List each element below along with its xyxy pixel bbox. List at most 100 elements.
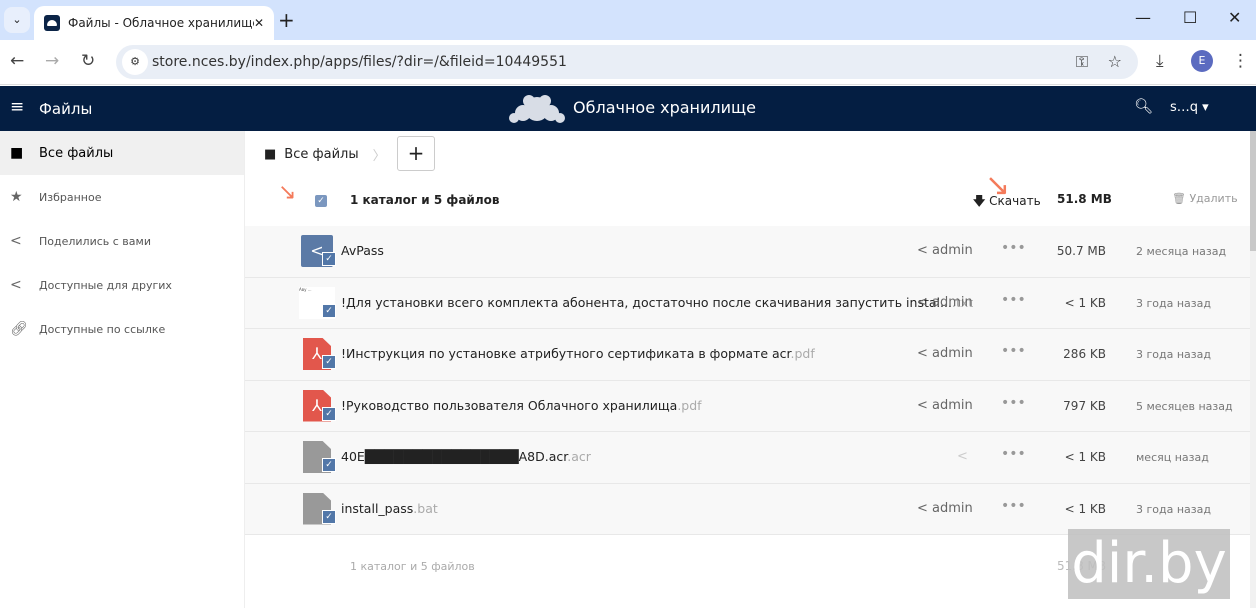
file-row[interactable]: ✓ 40E████████████████A8D.acr.acr < ••• <…: [245, 432, 1250, 484]
share-button[interactable]: < admin: [917, 501, 973, 516]
browser-menu-icon[interactable]: ⋮: [1232, 51, 1249, 71]
download-icon[interactable]: ⤓: [1156, 51, 1164, 71]
sidebar-label: Доступные по ссылке: [39, 322, 166, 336]
more-actions-icon[interactable]: •••: [1001, 395, 1026, 411]
scrollbar-thumb[interactable]: [1250, 131, 1256, 251]
download-button[interactable]: 🡇 Скачать: [973, 192, 1041, 213]
bookmark-star-icon[interactable]: ☆: [1108, 52, 1122, 71]
maximize-button[interactable]: ☐: [1183, 8, 1197, 27]
shared-by: admin: [932, 346, 973, 361]
file-basename: !Руководство пользователя Облачного хран…: [341, 397, 678, 413]
star-icon: ★: [10, 189, 23, 205]
back-icon[interactable]: ←: [10, 51, 24, 71]
sidebar-label: Доступные для других: [39, 278, 172, 292]
sidebar-label: Избранное: [39, 190, 102, 204]
share-button[interactable]: < admin: [917, 243, 973, 258]
share-icon: <: [10, 233, 22, 249]
hamburger-icon[interactable]: ≡: [10, 97, 24, 117]
file-row[interactable]: < ✓ AvPass < admin ••• 50.7 MB 2 месяца н…: [245, 226, 1250, 278]
file-row[interactable]: Аву ... ✓ !Для установки всего комплекта …: [245, 277, 1250, 329]
close-tab-icon[interactable]: ✕: [254, 16, 264, 30]
sidebar-item-favorites[interactable]: ★ Избранное: [0, 175, 244, 219]
more-actions-icon[interactable]: •••: [1001, 446, 1026, 462]
site-settings-icon[interactable]: ⚙: [122, 49, 148, 75]
share-icon: <: [917, 397, 928, 413]
url-input[interactable]: ⚙ store.nces.by/index.php/apps/files/?di…: [116, 45, 1138, 79]
breadcrumb-separator-icon: 〉: [372, 149, 386, 164]
file-basename: !Инструкция по установке атрибутного сер…: [341, 346, 791, 361]
selection-size: 51.8 MB: [1057, 192, 1112, 206]
file-date: 3 года назад: [1136, 348, 1211, 361]
file-basename: 40E████████████████A8D.acr: [341, 449, 568, 464]
row-checkbox[interactable]: ✓: [322, 252, 336, 266]
sidebar-label: Поделились с вами: [39, 234, 151, 248]
breadcrumb-home[interactable]: Все файлы: [284, 147, 358, 162]
shared-by: admin: [932, 500, 973, 516]
more-actions-icon[interactable]: •••: [1001, 292, 1026, 308]
minimize-button[interactable]: —: [1135, 8, 1151, 27]
file-row[interactable]: ✓ install_pass.bat < admin ••• < 1 KB 3 …: [245, 483, 1250, 535]
more-actions-icon[interactable]: •••: [1001, 240, 1026, 256]
file-name[interactable]: !Для установки всего комплекта абонента,…: [341, 295, 973, 310]
key-icon[interactable]: ⚿: [1076, 52, 1088, 72]
annotation-arrow-icon: ↘: [278, 180, 297, 205]
file-size: < 1 KB: [1064, 450, 1106, 464]
new-tab-button[interactable]: +: [278, 8, 295, 32]
sidebar-item-shared-with-others[interactable]: < Доступные для других: [0, 263, 244, 307]
share-button[interactable]: < admin: [917, 346, 973, 361]
tab-search-button[interactable]: ⌄: [4, 7, 30, 33]
file-name[interactable]: install_pass.bat: [341, 501, 438, 516]
row-checkbox[interactable]: ✓: [322, 406, 336, 421]
sidebar-item-shared-by-link[interactable]: 🔗︎ Доступные по ссылке: [0, 307, 244, 351]
scrollbar[interactable]: [1250, 131, 1256, 608]
profile-avatar[interactable]: E: [1191, 50, 1213, 72]
forward-icon[interactable]: →: [45, 51, 59, 71]
file-list: < ✓ AvPass < admin ••• 50.7 MB 2 месяца н…: [245, 226, 1250, 535]
close-window-button[interactable]: ✕: [1228, 8, 1241, 27]
footer-summary: 1 каталог и 5 файлов: [350, 560, 475, 573]
select-all-checkbox[interactable]: ✓: [315, 195, 327, 207]
file-date: 2 месяца назад: [1136, 245, 1227, 258]
share-button[interactable]: < admin: [917, 295, 973, 310]
sidebar-item-shared-with-you[interactable]: < Поделились с вами: [0, 219, 244, 263]
share-icon: <: [917, 500, 928, 516]
file-date: 3 года назад: [1136, 502, 1211, 516]
file-name[interactable]: !Инструкция по установке атрибутного сер…: [341, 346, 815, 361]
delete-button[interactable]: 🗑︎ Удалить: [1172, 192, 1238, 205]
file-size: < 1 KB: [1064, 295, 1106, 310]
file-basename: AvPass: [341, 243, 384, 258]
sidebar-item-all-files[interactable]: ■ Все файлы: [0, 131, 244, 175]
search-icon[interactable]: 🔍︎: [1134, 97, 1153, 115]
row-checkbox[interactable]: ✓: [322, 355, 336, 369]
shared-by: admin: [932, 243, 973, 258]
row-checkbox[interactable]: ✓: [322, 458, 336, 472]
share-button[interactable]: <: [957, 449, 968, 464]
file-name[interactable]: 40E████████████████A8D.acr.acr: [341, 449, 591, 464]
file-name[interactable]: AvPass: [341, 243, 384, 258]
new-button[interactable]: +: [397, 136, 435, 171]
user-menu[interactable]: s…q ▾: [1170, 100, 1209, 115]
browser-tab[interactable]: Файлы - Облачное хранилище ✕: [34, 6, 274, 40]
more-actions-icon[interactable]: •••: [1001, 498, 1026, 514]
file-size: 50.7 MB: [1056, 244, 1106, 258]
row-checkbox[interactable]: ✓: [322, 303, 336, 318]
address-bar-row: ← → ↻ ⚙ store.nces.by/index.php/apps/fil…: [0, 40, 1256, 85]
selection-header: ↘ ✓ 1 каталог и 5 файлов ↘ 🡇 Скачать 51.…: [245, 168, 1250, 226]
file-size: 797 KB: [1063, 398, 1106, 413]
file-size: < 1 KB: [1064, 501, 1106, 516]
reload-icon[interactable]: ↻: [81, 51, 95, 71]
link-icon: 🔗︎: [10, 321, 28, 337]
breadcrumb[interactable]: ■ Все файлы 〉: [264, 145, 386, 164]
sidebar: ■ Все файлы ★ Избранное < Поделились с вами…: [0, 131, 245, 608]
file-row[interactable]: ⅄ ✓ !Инструкция по установке атрибутного …: [245, 329, 1250, 381]
file-name[interactable]: !Руководство пользователя Облачного хран…: [341, 398, 702, 413]
row-checkbox[interactable]: ✓: [322, 509, 336, 524]
share-icon: <: [10, 277, 22, 293]
file-row[interactable]: ⅄ ✓ !Руководство пользователя Облачного х…: [245, 380, 1250, 432]
share-button[interactable]: < admin: [917, 398, 973, 413]
more-actions-icon[interactable]: •••: [1001, 343, 1026, 359]
trash-icon: 🗑︎: [1172, 192, 1186, 205]
file-extension: .pdf: [790, 346, 815, 361]
app-name[interactable]: Файлы: [39, 100, 92, 118]
folder-icon: ■: [264, 147, 277, 162]
